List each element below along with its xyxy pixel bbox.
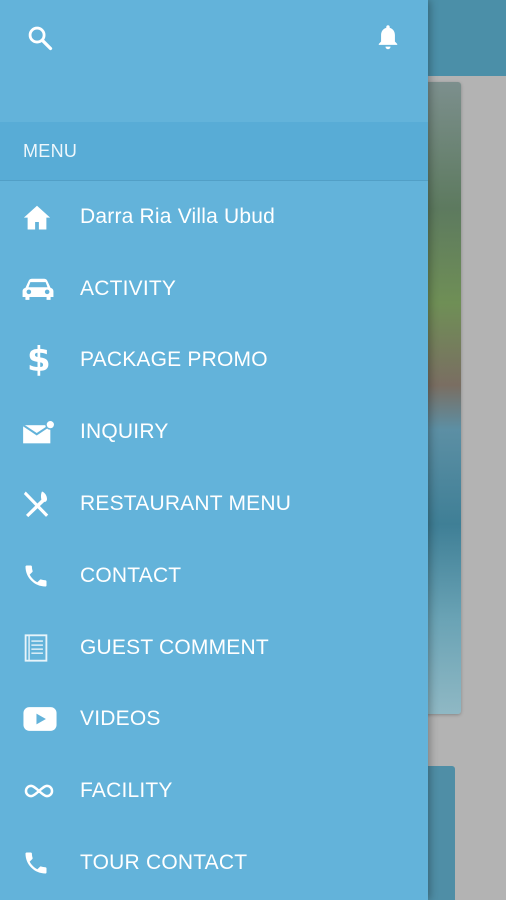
- search-button[interactable]: [22, 22, 58, 58]
- menu-item-label: GUEST COMMENT: [80, 635, 269, 659]
- mail-notification-icon: [0, 419, 80, 445]
- menu-item-contact[interactable]: CONTACT: [0, 540, 428, 612]
- infinity-icon: [0, 781, 80, 801]
- navigation-drawer: MENU Darra Ria Villa Ubud ACTIVITY $ PAC…: [0, 0, 428, 900]
- menu-list: Darra Ria Villa Ubud ACTIVITY $ PACKAGE …: [0, 181, 428, 899]
- menu-item-label: RESTAURANT MENU: [80, 492, 292, 516]
- menu-item-label: FACILITY: [80, 779, 173, 803]
- menu-item-label: PACKAGE PROMO: [80, 348, 268, 372]
- home-icon: [0, 203, 80, 231]
- menu-item-inquiry[interactable]: INQUIRY: [0, 396, 428, 468]
- menu-section-header: MENU: [0, 122, 428, 181]
- search-icon: [26, 24, 54, 57]
- cutlery-icon: [0, 489, 80, 519]
- menu-item-videos[interactable]: VIDEOS: [0, 684, 428, 756]
- bell-icon: [374, 23, 402, 58]
- notepad-icon: [0, 633, 80, 663]
- menu-item-tour-contact[interactable]: TOUR CONTACT: [0, 827, 428, 899]
- menu-item-label: TOUR CONTACT: [80, 851, 248, 875]
- phone-icon: [0, 562, 80, 590]
- menu-item-facility[interactable]: FACILITY: [0, 755, 428, 827]
- phone-icon: [0, 849, 80, 877]
- youtube-icon: [0, 706, 80, 732]
- menu-item-label: Darra Ria Villa Ubud: [80, 204, 276, 228]
- menu-item-package-promo[interactable]: $ PACKAGE PROMO: [0, 325, 428, 397]
- menu-item-label: CONTACT: [80, 563, 182, 587]
- menu-item-guest-comment[interactable]: GUEST COMMENT: [0, 612, 428, 684]
- menu-item-label: INQUIRY: [80, 420, 169, 444]
- drawer-toolbar: [0, 0, 428, 122]
- dollar-icon: $: [27, 340, 51, 381]
- menu-item-home[interactable]: Darra Ria Villa Ubud: [0, 181, 428, 253]
- menu-item-activity[interactable]: ACTIVITY: [0, 253, 428, 325]
- car-icon: [0, 276, 80, 302]
- notifications-button[interactable]: [370, 22, 406, 58]
- menu-item-restaurant-menu[interactable]: RESTAURANT MENU: [0, 468, 428, 540]
- menu-item-label: ACTIVITY: [80, 276, 177, 300]
- menu-item-label: VIDEOS: [80, 707, 161, 731]
